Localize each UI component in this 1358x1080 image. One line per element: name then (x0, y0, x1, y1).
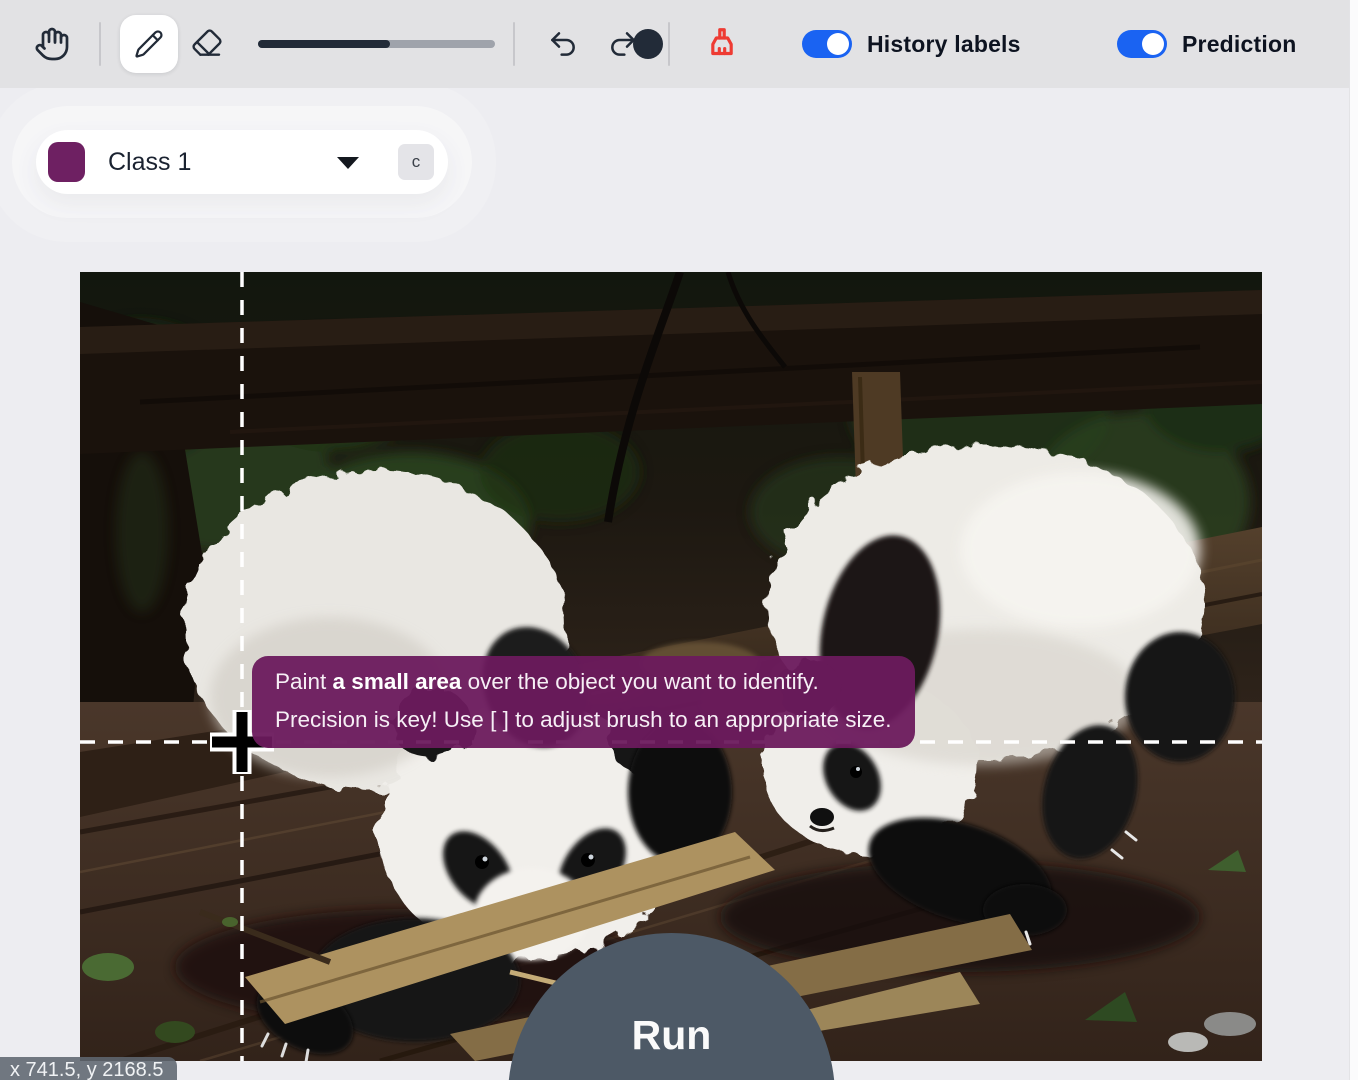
toolbar-divider (99, 22, 101, 66)
slider-fill (258, 40, 390, 48)
toolbar-divider (513, 22, 515, 66)
prediction-label: Prediction (1182, 0, 1296, 88)
toolbar: History labels Prediction (0, 0, 1358, 88)
annotation-app: History labels Prediction Class 1 c (0, 0, 1358, 1080)
broom-icon (703, 23, 741, 65)
class-color-swatch (48, 142, 85, 182)
class-selector-dropdown[interactable]: Class 1 c (36, 130, 448, 194)
draw-tool-button[interactable] (120, 15, 178, 73)
eraser-icon (191, 28, 223, 60)
prediction-toggle[interactable] (1117, 30, 1167, 58)
cursor-coordinates-badge: x 741.5, y 2168.5 (0, 1057, 177, 1080)
pencil-icon (134, 29, 164, 59)
chevron-down-icon[interactable] (337, 157, 359, 169)
eraser-tool-button[interactable] (184, 22, 230, 66)
brush-size-slider[interactable] (258, 26, 495, 62)
redo-icon (607, 28, 639, 60)
undo-icon (547, 28, 579, 60)
toggle-knob (827, 33, 849, 55)
toolbar-divider (668, 22, 670, 66)
pan-tool-button[interactable] (28, 20, 76, 68)
toggle-knob (1142, 33, 1164, 55)
run-button-label: Run (508, 1012, 835, 1059)
history-labels-toggle[interactable] (802, 30, 852, 58)
tooltip-line-1: Paint a small area over the object you w… (275, 663, 892, 701)
hand-icon (34, 26, 70, 62)
paint-hint-tooltip: Paint a small area over the object you w… (252, 656, 915, 748)
history-labels-label: History labels (867, 0, 1021, 88)
class-shortcut-badge: c (398, 144, 434, 180)
class-selector-label: Class 1 (108, 148, 191, 177)
undo-button[interactable] (545, 26, 581, 62)
redo-button[interactable] (605, 26, 641, 62)
clear-labels-button[interactable] (700, 21, 744, 67)
tooltip-line-2: Precision is key! Use [ ] to adjust brus… (275, 701, 892, 739)
window-edge-strip (1349, 0, 1358, 1080)
